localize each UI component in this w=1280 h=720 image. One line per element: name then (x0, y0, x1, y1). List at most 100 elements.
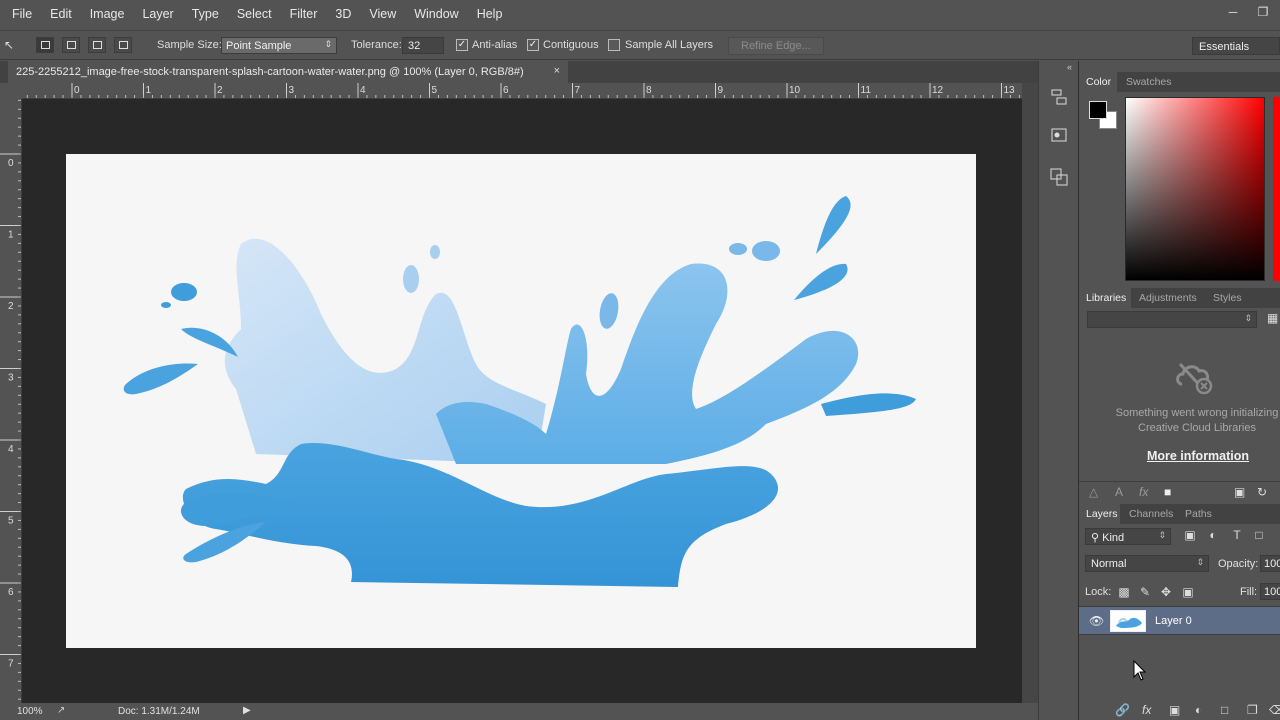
ruler-label: 1 (8, 230, 14, 241)
delete-layer-icon[interactable]: ⌫ (1269, 703, 1280, 717)
lock-position-icon[interactable]: ✥ (1159, 585, 1173, 599)
error-line-1: Something went wrong initializing (1115, 407, 1279, 419)
character-icon[interactable] (1049, 167, 1069, 187)
menu-layer[interactable]: Layer (136, 7, 179, 21)
new-layer-icon[interactable]: ❐ (1247, 703, 1258, 717)
contiguous-checkbox[interactable]: ✓ (527, 39, 539, 51)
tab-swatches[interactable]: Swatches (1126, 76, 1172, 88)
ruler-origin[interactable] (0, 83, 22, 99)
lock-transparent-icon[interactable]: ▩ (1117, 585, 1131, 599)
contiguous-label: Contiguous (543, 39, 599, 51)
tab-channels[interactable]: Channels (1129, 508, 1173, 520)
eye-icon[interactable]: 👁 (1089, 614, 1104, 628)
menu-help[interactable]: Help (471, 7, 509, 21)
add-graphic-icon[interactable]: △ (1089, 485, 1098, 499)
ruler-label: 7 (8, 659, 14, 670)
library-select[interactable]: ⇕ (1087, 311, 1257, 328)
foreground-color-swatch[interactable] (1089, 101, 1107, 119)
close-icon[interactable]: × (554, 65, 560, 77)
ruler-label: 1 (146, 85, 152, 96)
tab-adjustments[interactable]: Adjustments (1139, 292, 1197, 304)
status-menu-arrow-icon[interactable]: ▶ (243, 705, 251, 716)
hue-slider[interactable] (1273, 97, 1280, 281)
filter-shape-icon[interactable]: □ (1251, 528, 1267, 544)
add-character-style-icon[interactable]: A (1115, 485, 1123, 499)
splash-pool-shape (182, 442, 779, 587)
add-mask-icon[interactable]: ▣ (1169, 703, 1180, 717)
stock-icon[interactable]: ▣ (1234, 485, 1245, 499)
sample-size-label: Sample Size: (157, 39, 222, 51)
document-area: 225-2255212_image-free-stock-transparent… (0, 61, 1038, 720)
subtract-from-selection-button[interactable] (88, 37, 106, 53)
menu-edit[interactable]: Edit (44, 7, 78, 21)
filter-pixel-icon[interactable]: ▣ (1182, 528, 1198, 544)
anti-alias-checkbox[interactable]: ✓ (456, 39, 468, 51)
collapse-arrows-icon[interactable]: « (1067, 62, 1072, 72)
menu-filter[interactable]: Filter (284, 7, 324, 21)
menu-select[interactable]: Select (231, 7, 278, 21)
add-to-selection-button[interactable] (62, 37, 80, 53)
droplet (181, 327, 238, 357)
search-icon: ⚲ (1091, 532, 1100, 544)
magic-wand-tool-icon[interactable]: ↖ (4, 38, 14, 52)
refine-edge-button[interactable]: Refine Edge... (728, 37, 824, 55)
tab-libraries[interactable]: Libraries (1086, 292, 1126, 304)
new-selection-button[interactable] (36, 37, 54, 53)
tab-paths[interactable]: Paths (1185, 508, 1212, 520)
tab-color[interactable]: Color (1086, 76, 1111, 88)
filter-adjustment-icon[interactable]: ◐ (1205, 528, 1221, 544)
link-layers-icon[interactable]: 🔗 (1115, 703, 1130, 717)
workspace-switcher[interactable]: Essentials (1192, 37, 1280, 55)
menu-3d[interactable]: 3D (329, 7, 357, 21)
grid-view-icon[interactable]: ▦ (1267, 311, 1280, 328)
menu-image[interactable]: Image (84, 7, 131, 21)
tolerance-input[interactable]: 32 (402, 37, 444, 54)
sample-all-layers-checkbox[interactable] (608, 39, 620, 51)
color-field[interactable] (1125, 97, 1265, 281)
minimize-icon[interactable]: ─ (1224, 4, 1242, 20)
sample-all-layers-label: Sample All Layers (625, 39, 714, 51)
doc-size: Doc: 1.31M/1.24M (118, 706, 200, 717)
restore-icon[interactable]: ❐ (1254, 4, 1272, 20)
layer-filter-kind-select[interactable]: ⚲ Kind ⇕ (1085, 528, 1171, 545)
sample-size-select[interactable]: Point Sample ⇕ (221, 37, 337, 54)
new-group-icon[interactable]: □ (1221, 703, 1228, 717)
add-color-icon[interactable]: ■ (1164, 485, 1171, 499)
vertical-ruler[interactable]: 0 1 2 3 4 5 6 7 (0, 99, 22, 703)
error-line-2: Creative Cloud Libraries (1138, 422, 1256, 434)
fill-input[interactable]: 100% (1260, 583, 1280, 600)
menu-file[interactable]: File (6, 7, 38, 21)
new-adjustment-icon[interactable]: ◐ (1195, 703, 1202, 717)
document-tab[interactable]: 225-2255212_image-free-stock-transparent… (8, 61, 568, 83)
layer-thumbnail (1110, 610, 1146, 632)
layer-style-icon[interactable]: fx (1142, 703, 1151, 717)
tab-layers[interactable]: Layers (1086, 508, 1118, 520)
zoom-level[interactable]: 100% (17, 706, 43, 717)
horizontal-ruler[interactable]: 0 1 2 3 4 5 6 7 8 9 10 11 12 13 (22, 83, 1022, 99)
image-canvas[interactable] (66, 154, 976, 648)
more-information-link[interactable]: More information (1079, 449, 1280, 463)
filter-type-icon[interactable]: T (1229, 528, 1245, 544)
opacity-input[interactable]: 100% (1260, 555, 1280, 572)
tab-styles[interactable]: Styles (1213, 292, 1242, 304)
lock-all-icon[interactable]: ▣ (1181, 585, 1195, 599)
droplet (161, 302, 171, 308)
vertical-scrollbar[interactable] (1022, 83, 1038, 703)
updown-caret-icon: ⇕ (1196, 557, 1204, 567)
vertical-ruler-ticks: 0 1 2 3 4 5 6 7 (0, 99, 21, 700)
sync-icon[interactable]: ↻ (1257, 485, 1267, 499)
ruler-label: 3 (8, 373, 14, 384)
menu-type[interactable]: Type (186, 7, 225, 21)
layer-row[interactable]: 👁 Layer 0 (1079, 606, 1280, 635)
lock-image-icon[interactable]: ✎ (1138, 585, 1152, 599)
history-icon[interactable] (1049, 87, 1069, 107)
menu-view[interactable]: View (363, 7, 402, 21)
ruler-label: 7 (575, 85, 581, 96)
properties-icon[interactable] (1049, 125, 1069, 145)
menu-window[interactable]: Window (408, 7, 464, 21)
intersect-selection-button[interactable] (114, 37, 132, 53)
layer-name[interactable]: Layer 0 (1155, 615, 1192, 627)
export-icon[interactable]: ↗ (57, 705, 65, 716)
add-layer-style-icon[interactable]: fx (1139, 485, 1148, 499)
blend-mode-select[interactable]: Normal ⇕ (1085, 555, 1209, 572)
